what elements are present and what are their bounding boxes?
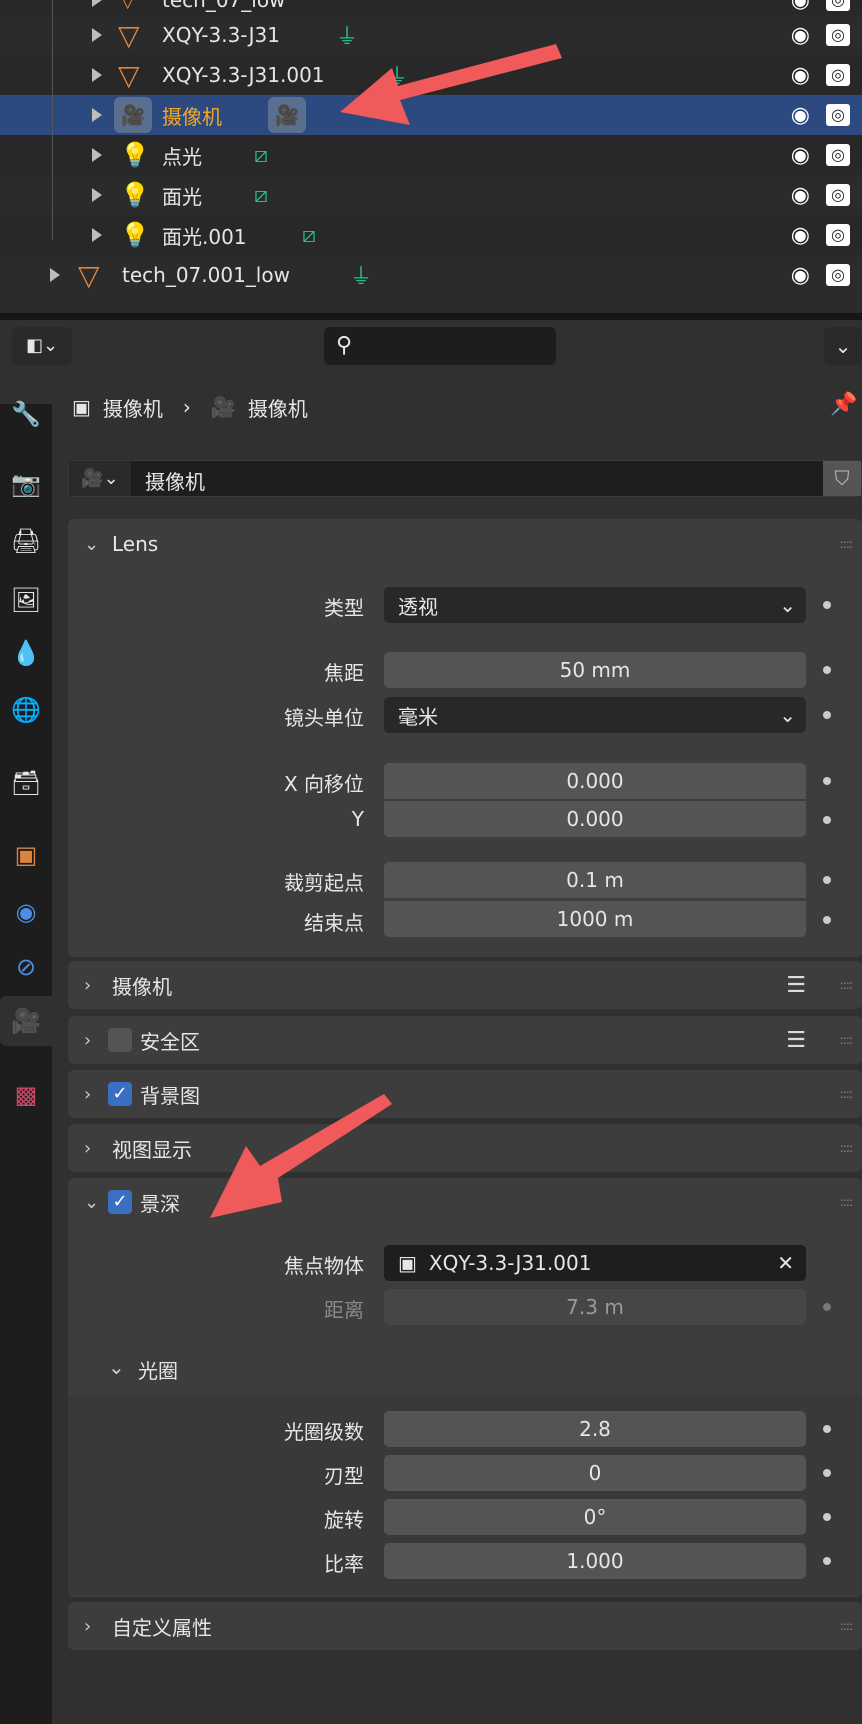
red-arrow-icon	[210, 1094, 392, 1218]
annotation-arrows	[210, 44, 562, 1218]
red-arrow-icon	[340, 44, 562, 125]
